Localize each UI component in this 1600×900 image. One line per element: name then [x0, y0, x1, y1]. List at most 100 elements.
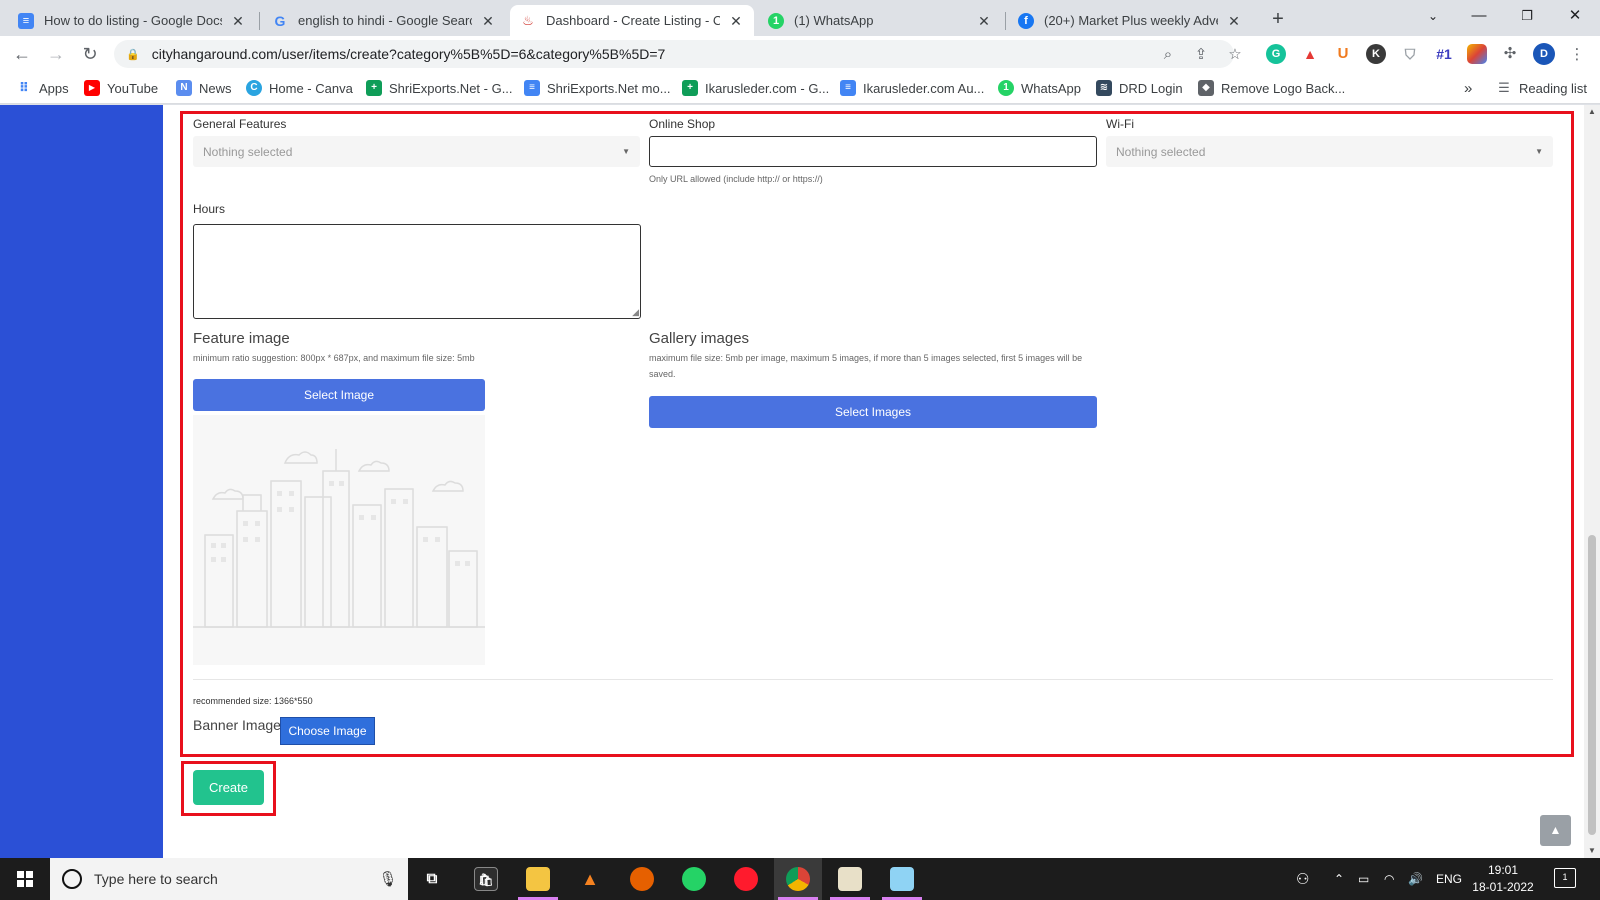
choose-banner-image-button[interactable]: Choose Image: [280, 717, 375, 745]
taskbar-whatsapp[interactable]: [670, 858, 718, 900]
minimize-button[interactable]: —: [1456, 0, 1502, 34]
start-button[interactable]: [0, 858, 50, 900]
caret-down-icon: ▼: [622, 147, 630, 156]
tab-create-listing[interactable]: ♨ Dashboard - Create Listing - City ✕: [510, 5, 754, 36]
puzzle-extensions-icon[interactable]: ✣: [1500, 44, 1520, 64]
new-tab-button[interactable]: +: [1266, 7, 1290, 31]
taskbar-opera[interactable]: [722, 858, 770, 900]
bookmark-shriexports-sheet[interactable]: + ShriExports.Net - G...: [366, 78, 513, 98]
back-arrow-icon[interactable]: ←: [10, 42, 34, 66]
cityhangaround-icon: ♨: [522, 12, 534, 28]
extension-rank-icon[interactable]: #1: [1432, 44, 1456, 64]
scrollbar-thumb[interactable]: [1588, 535, 1596, 835]
profile-avatar[interactable]: D: [1533, 43, 1555, 65]
tab-separator: [259, 12, 260, 30]
bookmark-news[interactable]: N News: [176, 78, 232, 98]
bookmark-youtube[interactable]: ▶ YouTube: [84, 78, 158, 98]
forward-arrow-icon[interactable]: →: [44, 42, 68, 66]
create-listing-button[interactable]: Create: [193, 770, 264, 805]
layers-icon: ◆: [1198, 80, 1214, 96]
scroll-down-arrow-icon[interactable]: ▼: [1584, 844, 1600, 858]
bookmark-apps[interactable]: ⠿ Apps: [16, 78, 69, 98]
facebook-icon: f: [1018, 12, 1034, 29]
task-view-icon: ⧉: [426, 870, 438, 887]
kebab-menu-icon[interactable]: ⋮: [1567, 45, 1587, 65]
volume-icon[interactable]: 🔊: [1408, 858, 1423, 900]
address-bar[interactable]: 🔒 cityhangaround.com/user/items/create?c…: [114, 40, 1234, 68]
select-image-button[interactable]: Select Image: [193, 379, 485, 411]
people-icon[interactable]: ⚇: [1296, 858, 1309, 900]
tab-google-docs[interactable]: ≡ How to do listing - Google Docs ✕: [8, 5, 256, 36]
tab-whatsapp[interactable]: 1 (1) WhatsApp ✕: [758, 5, 1002, 36]
general-features-select[interactable]: Nothing selected ▼: [193, 136, 640, 167]
close-icon[interactable]: ✕: [976, 13, 992, 29]
resize-grip-icon[interactable]: ◢: [632, 308, 639, 317]
bookmark-label: Remove Logo Back...: [1221, 80, 1346, 96]
gallery-images-heading: Gallery images: [649, 330, 750, 347]
close-icon[interactable]: ✕: [230, 13, 246, 29]
language-indicator[interactable]: ENG: [1436, 858, 1462, 900]
extension-k-icon[interactable]: K: [1366, 44, 1386, 64]
bookmark-label: Apps: [39, 80, 69, 96]
taskbar-search[interactable]: Type here to search 🎙: [50, 858, 408, 900]
hours-label: Hours: [193, 202, 226, 216]
taskbar-firefox[interactable]: [618, 858, 666, 900]
bookmark-canva[interactable]: C Home - Canva: [246, 78, 353, 98]
reading-list-button[interactable]: ☰ Reading list: [1496, 78, 1587, 98]
close-icon[interactable]: ✕: [1226, 13, 1242, 29]
bookmark-ikarusleder-doc[interactable]: ≡ Ikarusleder.com Au...: [840, 78, 984, 98]
zoom-icon[interactable]: ⌕: [1158, 45, 1178, 65]
taskbar-paint[interactable]: [826, 858, 874, 900]
taskbar-vlc[interactable]: ▲: [566, 858, 614, 900]
close-icon[interactable]: ✕: [728, 13, 744, 29]
taskbar-notepad[interactable]: [878, 858, 926, 900]
bookmark-remove-logo[interactable]: ◆ Remove Logo Back...: [1198, 78, 1345, 98]
task-view-button[interactable]: ⧉: [408, 858, 456, 900]
tab-search-chevron-icon[interactable]: ⌄: [1410, 0, 1456, 34]
bookmark-star-icon[interactable]: ☆: [1225, 45, 1245, 65]
wifi-icon[interactable]: ◠: [1384, 858, 1394, 900]
whatsapp-icon: 1: [998, 80, 1014, 96]
bookmark-whatsapp[interactable]: 1 WhatsApp: [998, 78, 1081, 98]
tab-google-search[interactable]: G english to hindi - Google Search ✕: [262, 5, 506, 36]
shield-icon[interactable]: ⛉: [1400, 44, 1420, 64]
tab-separator: [1005, 12, 1006, 30]
tab-title: (20+) Market Plus weekly Adverti: [1044, 13, 1218, 28]
scroll-to-top-button[interactable]: ▲: [1540, 815, 1571, 846]
city-skyline-illustration: [193, 449, 485, 628]
hours-textarea[interactable]: ◢: [193, 224, 641, 319]
wifi-label: Wi-Fi: [1106, 117, 1134, 131]
notification-center-icon[interactable]: 1: [1554, 868, 1576, 888]
cortana-circle-icon: [62, 869, 82, 889]
grammarly-icon[interactable]: G: [1266, 44, 1286, 64]
taskbar-clock[interactable]: 19:01 18-01-2022: [1468, 862, 1538, 896]
select-images-button[interactable]: Select Images: [649, 396, 1097, 428]
taskbar-chrome[interactable]: [774, 858, 822, 900]
taskbar-store[interactable]: 🛍: [462, 858, 510, 900]
extension-u-icon[interactable]: U: [1333, 44, 1353, 64]
page-scrollbar[interactable]: ▲ ▼: [1584, 105, 1600, 858]
taskbar-file-explorer[interactable]: [514, 858, 562, 900]
reload-icon[interactable]: ↻: [78, 42, 102, 66]
feature-image-heading: Feature image: [193, 330, 290, 347]
restore-button[interactable]: ❐: [1504, 0, 1550, 34]
share-icon[interactable]: ⇪: [1191, 45, 1211, 65]
extension-triangle-icon[interactable]: ▲: [1300, 44, 1320, 64]
bookmarks-overflow-chevron[interactable]: »: [1464, 78, 1472, 98]
tab-facebook[interactable]: f (20+) Market Plus weekly Adverti ✕: [1008, 5, 1252, 36]
scroll-up-arrow-icon[interactable]: ▲: [1584, 105, 1600, 119]
online-shop-input[interactable]: [649, 136, 1097, 167]
wifi-select[interactable]: Nothing selected ▼: [1106, 136, 1553, 167]
bookmark-ikarusleder-sheet[interactable]: + Ikarusleder.com - G...: [682, 78, 829, 98]
tray-chevron-up-icon[interactable]: ⌃: [1334, 858, 1344, 900]
close-window-button[interactable]: ✕: [1552, 0, 1598, 34]
docs-icon: ≡: [18, 12, 34, 29]
bookmark-drd-login[interactable]: ≋ DRD Login: [1096, 78, 1183, 98]
bookmark-shriexports-doc[interactable]: ≡ ShriExports.Net mo...: [524, 78, 671, 98]
close-icon[interactable]: ✕: [480, 13, 496, 29]
microphone-icon[interactable]: 🎙: [376, 870, 400, 888]
battery-icon[interactable]: ▭: [1358, 858, 1369, 900]
browser-toolbar: ← → ↻ 🔒 cityhangaround.com/user/items/cr…: [0, 36, 1600, 72]
firefox-icon: [630, 867, 654, 891]
color-picker-icon[interactable]: [1467, 44, 1487, 64]
